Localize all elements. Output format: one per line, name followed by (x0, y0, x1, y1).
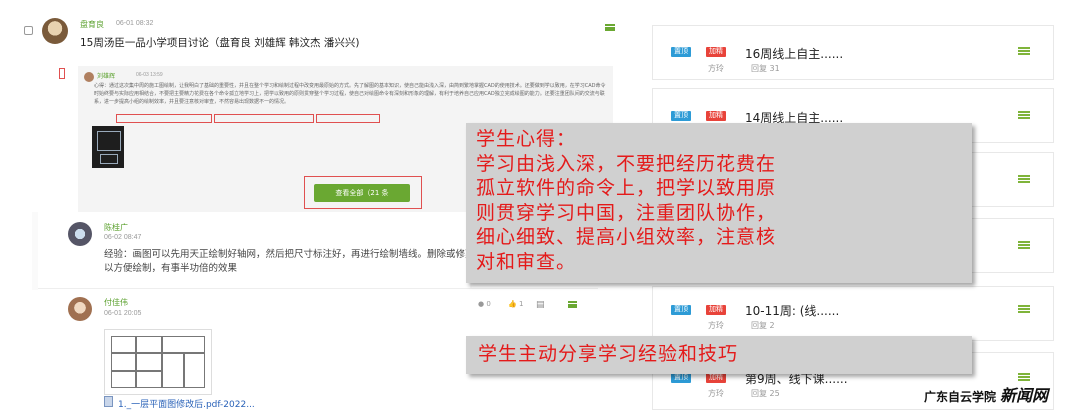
post-time: 06-01 08:32 (116, 20, 154, 27)
topic-author: 方玲 (708, 389, 724, 398)
topic-author: 方玲 (708, 321, 724, 330)
top-badge: 置顶 (671, 305, 691, 315)
avatar[interactable] (68, 297, 92, 321)
callout-line: 细心细致、提高小组效率，注意核 (476, 226, 777, 248)
reply-time: 06-03 13:59 (136, 72, 163, 78)
like-count: 1 (518, 300, 524, 308)
top-badge: 置顶 (671, 111, 691, 121)
avatar[interactable] (42, 18, 68, 44)
callout-line: 孤立软件的命令上，把学以致用原 (476, 177, 777, 199)
callout-line: 对和审查。 (476, 250, 577, 273)
pdf-file-icon (104, 396, 113, 407)
comment-author[interactable]: 陈桂广 (104, 222, 128, 233)
marker-box (59, 68, 65, 79)
callout-line: 学生心得： (476, 128, 577, 150)
topic-row[interactable]: 置顶 加精 16周线上自主...... 方玲 回复 31 (652, 25, 1054, 80)
featured-badge: 加精 (706, 373, 726, 383)
highlight-box (316, 114, 380, 123)
comment-time: 06-01 20:05 (104, 310, 142, 317)
highlight-box (116, 114, 212, 123)
avatar[interactable] (68, 222, 92, 246)
featured-badge: 加精 (706, 47, 726, 57)
more-menu-icon[interactable] (1018, 373, 1030, 381)
top-badge: 置顶 (671, 47, 691, 57)
comment-icon[interactable]: ▤ (536, 300, 545, 310)
topic-replies: 回复 2 (751, 321, 775, 330)
select-checkbox[interactable] (24, 26, 33, 35)
like-button[interactable]: 👍 1 (508, 300, 523, 308)
floor-plan-thumbnail[interactable] (104, 329, 212, 395)
comment-author[interactable]: 付佳伟 (104, 297, 128, 308)
attachment-link[interactable]: 1._一层平面图修改后.pdf-2022... (118, 397, 255, 410)
comment-time: 06-02 08:47 (104, 234, 142, 241)
student-insight-callout: 学生心得： 学习由浅入深，不要把经历花费在 孤立软件的命令上，把学以致用原 则贯… (466, 123, 972, 283)
topic-author: 方玲 (708, 64, 724, 73)
more-menu-icon[interactable] (1018, 111, 1030, 119)
view-count: ● 0 (478, 300, 491, 308)
topic-row[interactable]: 置顶 加精 10-11周: (线...... 方玲 回复 2 (652, 286, 1054, 341)
caption-callout: 学生主动分享学习经验和技巧 (466, 336, 972, 374)
drawing-thumbnail[interactable] (92, 126, 124, 168)
comment-text: 经验：画图可以先用天正绘制好轴网，然后把尺寸标注好，再进行绘制墙线。删除或修剪等… (104, 249, 504, 274)
callout-line: 学习由浅入深，不要把经历花费在 (476, 152, 777, 175)
post-author[interactable]: 盘育良 (80, 19, 104, 30)
featured-badge: 加精 (706, 111, 726, 121)
featured-badge: 加精 (706, 305, 726, 315)
callout-line: 则贯穿学习中国，注重团队协作， (476, 201, 777, 224)
post-title[interactable]: 15周汤臣一品小学项目讨论（盘育良 刘雄辉 韩汶杰 潘兴兴) (80, 35, 359, 50)
reply-text: 心得：通过这次集中周的施工图绘制，让我明白了基础的重要性，并且在整个学习和绘制过… (94, 83, 606, 105)
more-menu-icon[interactable] (1018, 305, 1030, 313)
topic-title[interactable]: 16周线上自主...... (745, 45, 843, 62)
avatar[interactable] (84, 72, 94, 82)
watermark: 广东自云学院 新闻网 (924, 382, 1048, 406)
more-menu-icon[interactable] (568, 301, 577, 308)
topic-replies: 回复 31 (751, 64, 780, 73)
caption-text: 学生主动分享学习经验和技巧 (478, 343, 739, 365)
more-menu-icon[interactable] (605, 24, 615, 31)
comment-card: 陈桂广 06-02 08:47 经验：画图可以先用天正绘制好轴网，然后把尺寸标注… (38, 212, 503, 288)
more-menu-icon[interactable] (1018, 47, 1030, 55)
topic-title[interactable]: 10-11周: (线...... (745, 302, 839, 319)
more-menu-icon[interactable] (1018, 241, 1030, 249)
view-all-button[interactable]: 查看全部（21 条 (314, 184, 410, 202)
top-badge: 置顶 (671, 373, 691, 383)
topic-replies: 回复 25 (751, 389, 780, 398)
view-count-value: 0 (486, 300, 491, 308)
watermark-channel: 广东自云学院 (924, 390, 997, 404)
watermark-brand: 新闻网 (1000, 386, 1049, 405)
more-menu-icon[interactable] (1018, 175, 1030, 183)
reply-author[interactable]: 刘雄辉 (97, 71, 115, 80)
highlight-box (214, 114, 314, 123)
